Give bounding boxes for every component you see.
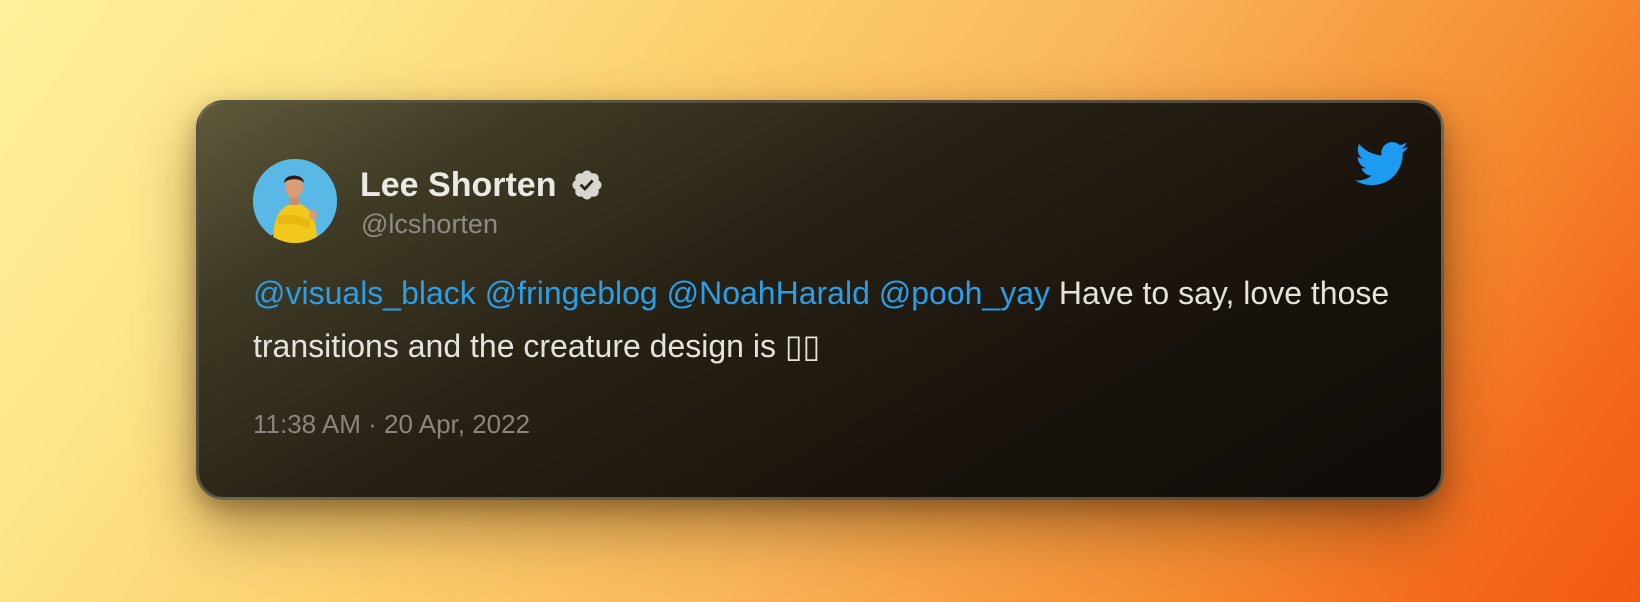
author-name[interactable]: Lee Shorten	[360, 166, 556, 205]
mention-link[interactable]: @fringeblog	[485, 275, 658, 311]
twitter-bird-icon[interactable]	[1355, 141, 1409, 187]
avatar-image	[253, 159, 337, 243]
mention-link[interactable]: @visuals_black	[253, 275, 476, 311]
tweet-body: @visuals_black @fringeblog @NoahHarald @…	[253, 267, 1393, 373]
verified-badge-icon	[572, 170, 603, 200]
tweet-card: Lee Shorten @lcshorten @visuals_black @f…	[196, 100, 1444, 500]
author-handle[interactable]: @lcshorten	[361, 209, 498, 240]
avatar[interactable]	[253, 159, 337, 243]
mention-link[interactable]: @pooh_yay	[879, 275, 1050, 311]
mention-link[interactable]: @NoahHarald	[667, 275, 870, 311]
author-row: Lee Shorten	[360, 163, 604, 207]
tweet-timestamp[interactable]: 11:38 AM · 20 Apr, 2022	[253, 409, 530, 440]
